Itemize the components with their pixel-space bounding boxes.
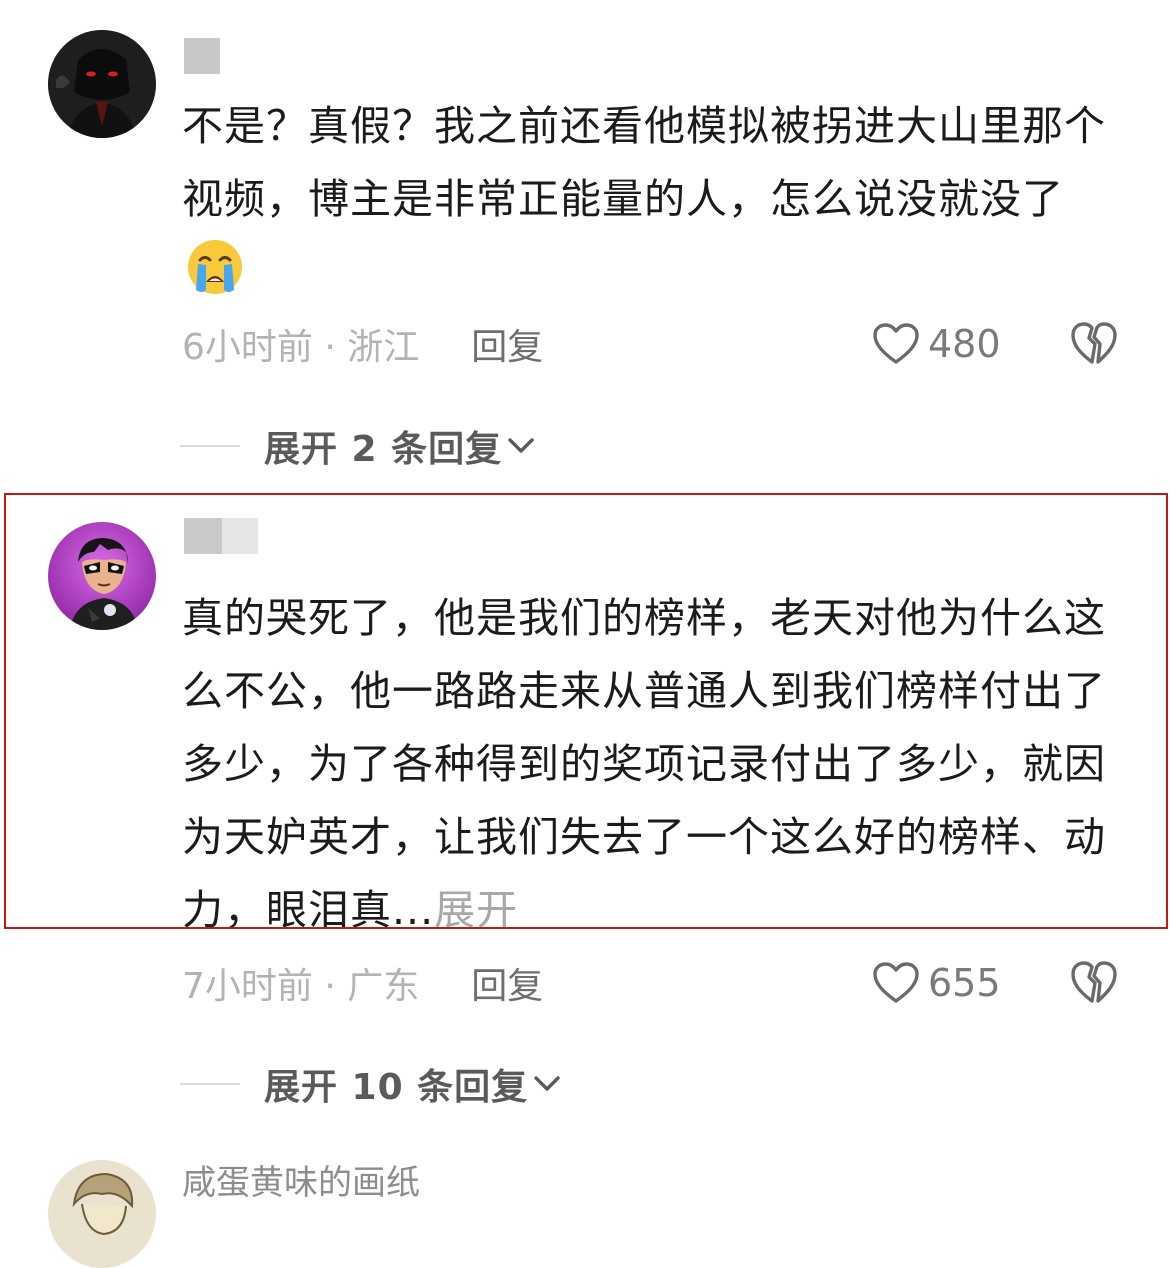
dislike-button[interactable] [1070, 959, 1118, 1005]
username-redacted[interactable] [184, 38, 220, 74]
expand-replies-label: 展开 2 条回复 [264, 429, 503, 470]
username-redacted[interactable] [184, 518, 258, 554]
dark-masked-figure-avatar-icon [48, 30, 156, 138]
comment-text: 不是？真假？我之前还看他模拟被拐进大山里那个视频，博主是非常正能量的人，怎么说没… [182, 90, 1117, 309]
dislike-button[interactable] [1070, 320, 1118, 366]
expand-text-button[interactable]: 展开 [434, 886, 518, 934]
broken-heart-icon [1071, 961, 1117, 1003]
time-location: 6小时前 · 浙江 [182, 327, 420, 368]
loudly-crying-face-emoji-icon [186, 238, 244, 296]
time-location: 7小时前 · 广东 [182, 966, 420, 1007]
reply-button[interactable]: 回复 [471, 318, 543, 370]
divider [180, 1083, 240, 1085]
like-button[interactable]: 655 [872, 958, 1001, 1008]
expand-replies-label: 展开 10 条回复 [264, 1067, 529, 1108]
divider [180, 445, 240, 447]
like-count: 480 [928, 322, 1001, 366]
reply-button[interactable]: 回复 [471, 957, 543, 1009]
masked-hero-purple-avatar-icon [48, 522, 156, 630]
avatar[interactable] [48, 1160, 156, 1268]
chevron-down-icon [534, 1076, 560, 1091]
comment-text: 真的哭死了，他是我们的榜样，老天对他为什么这么不公，他一路路走来从普通人到我们榜… [182, 594, 1106, 934]
username[interactable]: 咸蛋黄味的画纸 [182, 1163, 420, 1203]
comment-meta: 6小时前 · 浙江 回复 [182, 319, 543, 369]
broken-heart-icon [1071, 322, 1117, 364]
expand-replies-button[interactable]: 展开 10 条回复 [180, 1059, 562, 1109]
heart-icon [873, 323, 919, 364]
like-count: 655 [928, 961, 1001, 1005]
expand-replies-button[interactable]: 展开 2 条回复 [180, 421, 536, 471]
sketch-character-avatar-icon [48, 1160, 156, 1268]
like-button[interactable]: 480 [872, 319, 1001, 369]
heart-icon [873, 962, 919, 1003]
avatar[interactable] [48, 522, 156, 630]
comment-meta: 7小时前 · 广东 回复 [182, 958, 543, 1008]
chevron-down-icon [508, 438, 534, 453]
avatar[interactable] [48, 30, 156, 138]
